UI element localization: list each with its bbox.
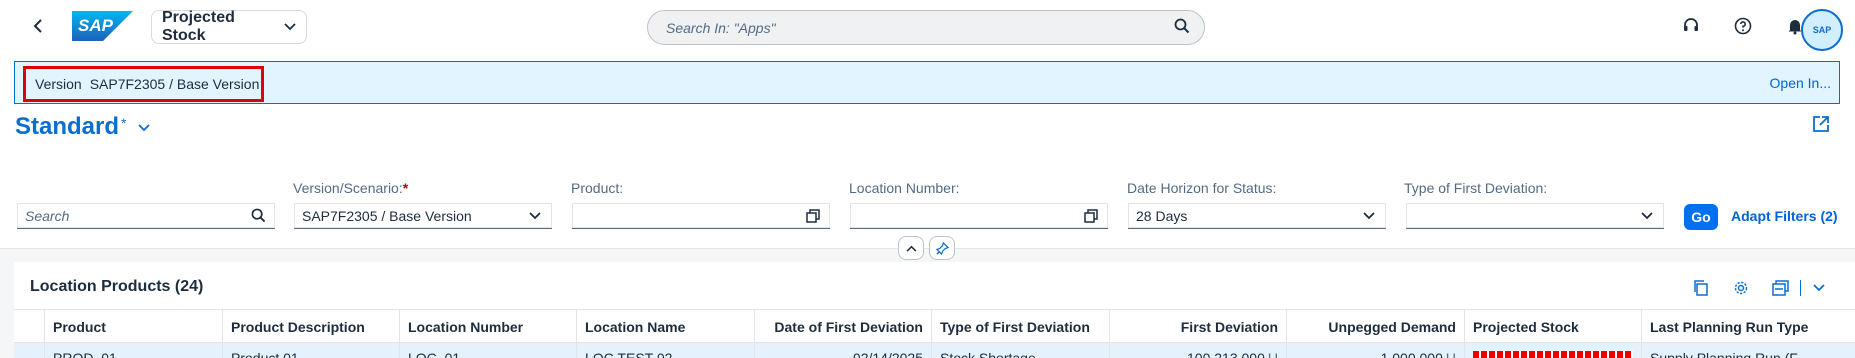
column-header-location-number[interactable]: Location Number (399, 310, 576, 344)
table-header-row: Product Product Description Location Num… (14, 309, 1855, 344)
unpegged-demand-value: 1,000.000 (1380, 350, 1443, 358)
required-mark: * (402, 180, 409, 196)
version-scenario-select[interactable]: SAP7F2305 / Base Version (294, 203, 552, 229)
projected-stock-microchart (1473, 351, 1633, 358)
go-button[interactable]: Go (1684, 204, 1718, 230)
variant-modified-mark: * (121, 115, 127, 131)
user-avatar[interactable]: SAP (1801, 9, 1843, 51)
copy-icon[interactable] (1690, 277, 1712, 299)
collapse-header-button[interactable] (898, 236, 924, 260)
filter-search-input[interactable]: Search (17, 203, 275, 229)
column-header-location-name[interactable]: Location Name (576, 310, 754, 344)
chevron-down-icon[interactable] (1638, 207, 1656, 225)
toolbar-separator (1800, 280, 1801, 296)
column-header-projected-stock[interactable]: Projected Stock (1464, 310, 1641, 344)
search-icon[interactable] (1174, 18, 1190, 37)
chevron-down-icon[interactable] (1808, 277, 1830, 299)
settings-gear-icon[interactable] (1730, 277, 1752, 299)
chevron-down-icon[interactable] (1360, 207, 1378, 225)
search-icon[interactable] (249, 207, 267, 225)
open-in-link[interactable]: Open In... (1770, 75, 1831, 91)
filter-search-placeholder: Search (25, 207, 70, 224)
version-label: Version (35, 76, 82, 92)
cell-location-number: LOC_01 (399, 343, 576, 358)
sap-logo-text: SAP (78, 16, 113, 35)
cell-last-planning-run-type: Supply Planning Run (F (1641, 343, 1855, 358)
share-icon[interactable] (1812, 115, 1834, 137)
product-label: Product: (571, 180, 624, 196)
help-icon[interactable] (1730, 13, 1756, 39)
table-title: Location Products (24) (30, 278, 204, 295)
app-title: Projected Stock (162, 9, 235, 44)
chevron-down-icon (284, 18, 296, 36)
date-horizon-value: 28 Days (1136, 207, 1188, 224)
cell-type-first-deviation: Stock Shortage (931, 343, 1109, 358)
column-header-type-first-deviation[interactable]: Type of First Deviation (931, 310, 1109, 344)
cell-product-description: Product 01 (222, 343, 399, 358)
column-header-first-deviation[interactable]: First Deviation (1109, 310, 1286, 344)
cell-product: PROD_01 (44, 343, 222, 358)
app-title-menu-button[interactable]: Projected Stock (151, 9, 307, 44)
version-scenario-value: SAP7F2305 / Base Version (302, 207, 472, 224)
chevron-down-icon[interactable] (526, 207, 544, 225)
variant-title: Standard (15, 113, 120, 140)
column-header-last-planning-run-type[interactable]: Last Planning Run Type (1641, 310, 1855, 344)
version-banner: Version SAP7F2305 / Base Version Open In… (14, 61, 1840, 104)
version-info-highlight: Version SAP7F2305 / Base Version (23, 66, 264, 102)
chevron-down-icon (138, 119, 151, 135)
adapt-filters-button[interactable]: Adapt Filters (2) (1731, 208, 1838, 224)
cell-first-deviation: 100,213.000 U (1109, 343, 1286, 358)
column-header-product[interactable]: Product (44, 310, 222, 344)
export-icon[interactable] (1770, 277, 1792, 299)
first-deviation-unit: U (1267, 350, 1278, 358)
value-help-icon[interactable] (804, 207, 822, 225)
sap-logo[interactable]: SAP (72, 11, 133, 41)
date-horizon-label: Date Horizon for Status: (1127, 180, 1277, 196)
table-row[interactable]: PROD_01 Product 01 LOC_01 LOC TEST 02 02… (14, 343, 1855, 358)
version-value: SAP7F2305 / Base Version (89, 76, 260, 92)
cell-unpegged-demand: 1,000.000 U (1286, 343, 1464, 358)
product-input[interactable] (572, 203, 830, 229)
cell-projected-stock (1464, 343, 1641, 358)
value-help-icon[interactable] (1082, 207, 1100, 225)
column-header-product-description[interactable]: Product Description (222, 310, 399, 344)
first-deviation-type-label: Type of First Deviation: (1404, 180, 1548, 196)
cell-date-first-deviation: 02/14/2025 (754, 343, 931, 358)
version-scenario-label: Version/Scenario:* (293, 180, 408, 196)
column-header-unpegged-demand[interactable]: Unpegged Demand (1286, 310, 1464, 344)
pin-header-button[interactable] (929, 236, 955, 260)
first-deviation-type-select[interactable] (1406, 203, 1664, 229)
avatar-label: SAP (1812, 25, 1832, 35)
first-deviation-value: 100,213.000 (1187, 350, 1265, 358)
cell-location-name: LOC TEST 02 (576, 343, 754, 358)
shell-search-field[interactable]: Search In: "Apps" (647, 10, 1205, 45)
shell-search-placeholder: Search In: "Apps" (666, 19, 776, 36)
shell-header: SAP Projected Stock Search In: "Apps" SA… (0, 0, 1855, 52)
date-horizon-select[interactable]: 28 Days (1128, 203, 1386, 229)
headset-icon[interactable] (1678, 13, 1704, 39)
variant-selector[interactable]: Standard * (15, 113, 151, 141)
location-number-input[interactable] (850, 203, 1108, 229)
back-arrow-icon[interactable] (26, 12, 50, 40)
version-scenario-label-text: Version/Scenario: (293, 180, 403, 196)
location-number-label: Location Number: (849, 180, 960, 196)
unpegged-demand-unit: U (1445, 350, 1456, 358)
column-header-date-first-deviation[interactable]: Date of First Deviation (754, 310, 931, 344)
